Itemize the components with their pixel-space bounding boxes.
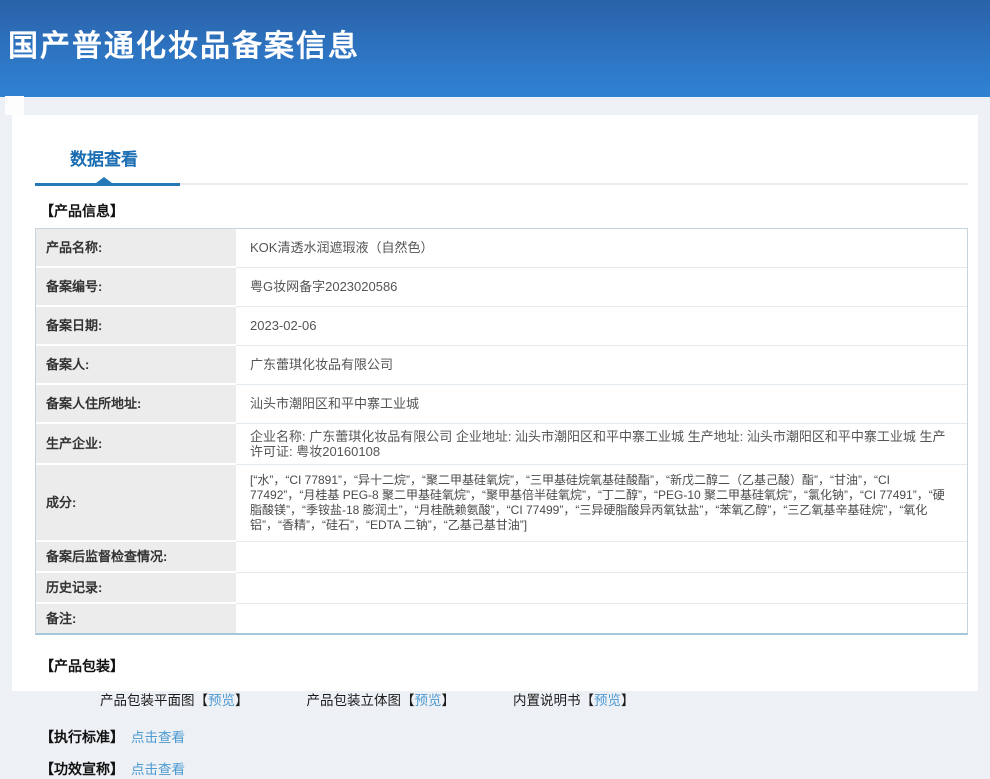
preview-flat-link[interactable]: 预览 <box>208 693 235 708</box>
bracket-close: 】 <box>621 693 635 708</box>
row-label: 历史记录: <box>36 573 236 604</box>
standard-view-link[interactable]: 点击查看 <box>131 730 185 745</box>
bracket-open: 【 <box>401 693 415 708</box>
table-row: 备案后监督检查情况: <box>36 542 967 573</box>
row-value <box>236 604 967 633</box>
bracket-close: 】 <box>235 693 249 708</box>
row-label: 生产企业: <box>36 424 236 465</box>
row-value <box>236 573 967 604</box>
packaging-item-3d: 产品包装立体图【预览】 <box>307 689 456 709</box>
row-label: 产品名称: <box>36 229 236 268</box>
tab-divider <box>180 183 968 185</box>
table-row: 历史记录: <box>36 573 967 604</box>
row-label: 备注: <box>36 604 236 633</box>
tab-underline <box>12 177 978 186</box>
row-value: KOK清透水润遮瑕液（自然色） <box>236 229 967 268</box>
section-standard: 【执行标准】 <box>40 729 124 745</box>
packaging-item-label: 产品包装立体图 <box>306 693 402 708</box>
page-header: 国产普通化妆品备案信息 <box>0 0 990 97</box>
tab-active-arrow-icon <box>96 177 112 183</box>
row-label: 成分: <box>36 465 236 542</box>
row-value: [“水”，“CI 77891”，“异十二烷”，“聚二甲基硅氧烷”，“三甲基硅烷氧… <box>236 465 967 542</box>
page-title: 国产普通化妆品备案信息 <box>8 30 360 63</box>
content-panel: 数据查看 【产品信息】 产品名称: KOK清透水润遮瑕液（自然色） 备案编号: … <box>12 115 978 777</box>
table-row: 生产企业: 企业名称: 广东蕾琪化妆品有限公司 企业地址: 汕头市潮阳区和平中寨… <box>36 424 967 465</box>
row-label: 备案后监督检查情况: <box>36 542 236 573</box>
preview-3d-link[interactable]: 预览 <box>415 693 442 708</box>
table-row: 备注: <box>36 604 967 633</box>
packaging-item-label: 内置说明书 <box>513 693 581 708</box>
row-label: 备案人: <box>36 346 236 385</box>
bracket-open: 【 <box>194 693 209 708</box>
table-row: 备案人: 广东蕾琪化妆品有限公司 <box>36 346 967 385</box>
table-row-ingredients: 成分: [“水”，“CI 77891”，“异十二烷”，“聚二甲基硅氧烷”，“三甲… <box>36 465 967 542</box>
table-row: 备案人住所地址: 汕头市潮阳区和平中寨工业城 <box>36 385 967 424</box>
packaging-item-flat: 产品包装平面图【预览】 <box>100 689 249 709</box>
row-value <box>236 542 967 573</box>
section-product-info: 【产品信息】 <box>40 203 124 219</box>
table-row: 产品名称: KOK清透水润遮瑕液（自然色） <box>36 229 967 268</box>
bracket-close: 】 <box>441 693 456 708</box>
row-label: 备案人住所地址: <box>36 385 236 424</box>
corner-artifact <box>5 96 24 115</box>
efficacy-view-link[interactable]: 点击查看 <box>131 762 185 777</box>
row-value: 粤G妆网备字2023020586 <box>236 268 967 307</box>
efficacy-row: 【功效宣称】 点击查看 <box>40 758 978 779</box>
packaging-item-label: 产品包装平面图 <box>100 693 195 708</box>
section-product-packaging: 【产品包装】 <box>40 658 124 674</box>
standard-row: 【执行标准】 点击查看 <box>40 726 978 747</box>
packaging-item-manual: 内置说明书【预览】 <box>513 689 635 709</box>
row-label: 备案编号: <box>36 268 236 307</box>
tab-active-indicator <box>35 183 180 186</box>
row-value: 2023-02-06 <box>236 307 967 346</box>
packaging-links-row: 产品包装平面图【预览】 产品包装立体图【预览】 内置说明书【预览】 <box>100 689 978 709</box>
preview-manual-link[interactable]: 预览 <box>594 693 621 708</box>
bracket-open: 【 <box>580 693 595 708</box>
row-value: 企业名称: 广东蕾琪化妆品有限公司 企业地址: 汕头市潮阳区和平中寨工业城 生产… <box>236 424 967 465</box>
table-row: 备案编号: 粤G妆网备字2023020586 <box>36 268 967 307</box>
section-efficacy: 【功效宣称】 <box>40 761 124 777</box>
row-value: 广东蕾琪化妆品有限公司 <box>236 346 967 385</box>
tab-data-view[interactable]: 数据查看 <box>70 145 138 170</box>
row-value: 汕头市潮阳区和平中寨工业城 <box>236 385 967 424</box>
product-info-table: 产品名称: KOK清透水润遮瑕液（自然色） 备案编号: 粤G妆网备字202302… <box>35 228 968 635</box>
table-row: 备案日期: 2023-02-06 <box>36 307 967 346</box>
row-label: 备案日期: <box>36 307 236 346</box>
